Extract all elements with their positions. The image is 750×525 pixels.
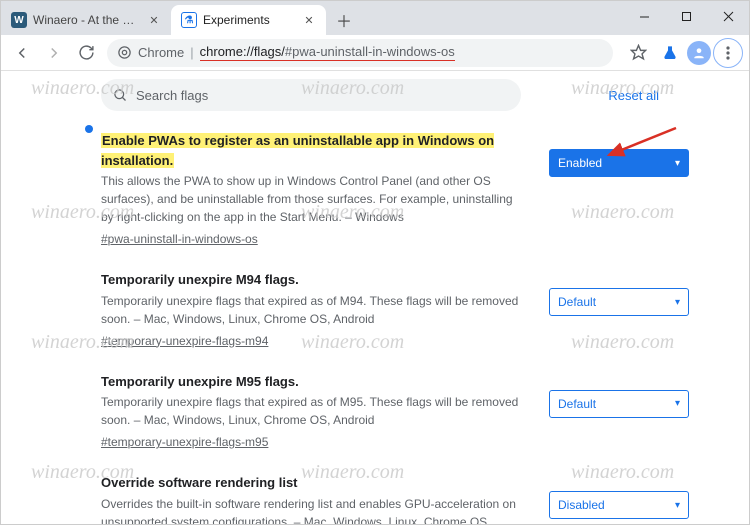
flag-anchor[interactable]: #pwa-uninstall-in-windows-os xyxy=(101,230,258,248)
search-placeholder: Search flags xyxy=(136,88,208,103)
url-separator: | xyxy=(190,45,193,60)
flag-row: Temporarily unexpire M95 flags. Temporari… xyxy=(101,362,689,464)
dropdown-value: Enabled xyxy=(558,156,602,170)
menu-button[interactable] xyxy=(713,38,743,68)
flag-description: Overrides the built-in software renderin… xyxy=(101,495,527,525)
url-text: chrome://flags/#pwa-uninstall-in-windows… xyxy=(200,44,455,61)
tab-experiments[interactable]: ⚗ Experiments ✕ xyxy=(171,5,326,35)
minimize-button[interactable] xyxy=(623,1,665,31)
flag-dropdown[interactable]: Disabled ▾ xyxy=(549,491,689,519)
dropdown-value: Default xyxy=(558,397,596,411)
flag-control: Default ▾ xyxy=(549,372,689,452)
flag-row: Temporarily unexpire M94 flags. Temporari… xyxy=(101,260,689,362)
flag-row: Enable PWAs to register as an uninstalla… xyxy=(101,121,689,260)
flag-body: Override software rendering list Override… xyxy=(101,473,531,524)
search-icon xyxy=(113,88,128,103)
flag-body: Enable PWAs to register as an uninstalla… xyxy=(101,131,531,248)
search-flags-input[interactable]: Search flags xyxy=(101,79,521,111)
back-button[interactable] xyxy=(7,38,37,68)
flag-row: Override software rendering list Override… xyxy=(101,463,689,524)
flag-control: Disabled ▾ xyxy=(549,473,689,524)
window-controls xyxy=(623,1,749,31)
chrome-page-icon xyxy=(117,45,132,60)
flag-control: Enabled ▾ xyxy=(549,131,689,248)
tab-winaero[interactable]: W Winaero - At the edge of tweak... ✕ xyxy=(1,5,171,35)
close-window-button[interactable] xyxy=(707,1,749,31)
flag-title: Temporarily unexpire M95 flags. xyxy=(101,374,299,389)
close-icon[interactable]: ✕ xyxy=(302,13,316,27)
modified-dot-icon xyxy=(85,125,93,133)
flag-control: Default ▾ xyxy=(549,270,689,350)
chevron-down-icon: ▾ xyxy=(675,500,680,511)
tab-label: Winaero - At the edge of tweak... xyxy=(33,13,141,27)
maximize-button[interactable] xyxy=(665,1,707,31)
reload-button[interactable] xyxy=(71,38,101,68)
tab-label: Experiments xyxy=(203,13,296,27)
chevron-down-icon: ▾ xyxy=(675,297,680,308)
flag-body: Temporarily unexpire M94 flags. Temporari… xyxy=(101,270,531,350)
url-chip: Chrome xyxy=(138,45,184,60)
flag-anchor[interactable]: #temporary-unexpire-flags-m94 xyxy=(101,332,268,350)
flag-body: Temporarily unexpire M95 flags. Temporari… xyxy=(101,372,531,452)
favicon-flask-icon: ⚗ xyxy=(181,12,197,28)
address-bar[interactable]: Chrome | chrome://flags/#pwa-uninstall-i… xyxy=(107,39,613,67)
profile-avatar[interactable] xyxy=(687,41,711,65)
dropdown-value: Default xyxy=(558,295,596,309)
toolbar: Chrome | chrome://flags/#pwa-uninstall-i… xyxy=(1,35,749,71)
flag-title: Temporarily unexpire M94 flags. xyxy=(101,272,299,287)
chevron-down-icon: ▾ xyxy=(675,398,680,409)
dropdown-value: Disabled xyxy=(558,498,605,512)
titlebar: W Winaero - At the edge of tweak... ✕ ⚗ … xyxy=(1,1,749,35)
flag-dropdown[interactable]: Default ▾ xyxy=(549,288,689,316)
flag-description: Temporarily unexpire flags that expired … xyxy=(101,393,527,429)
bookmark-star-icon[interactable] xyxy=(623,38,653,68)
page-content: Search flags Reset all Enable PWAs to re… xyxy=(1,71,749,524)
flag-title: Override software rendering list xyxy=(101,475,298,490)
new-tab-button[interactable]: ＋ xyxy=(330,6,358,34)
flags-list: Enable PWAs to register as an uninstalla… xyxy=(1,121,749,524)
flag-dropdown[interactable]: Default ▾ xyxy=(549,390,689,418)
flag-dropdown[interactable]: Enabled ▾ xyxy=(549,149,689,177)
flag-description: Temporarily unexpire flags that expired … xyxy=(101,292,527,328)
forward-button xyxy=(39,38,69,68)
reset-all-button[interactable]: Reset all xyxy=(608,88,659,103)
flag-anchor[interactable]: #temporary-unexpire-flags-m95 xyxy=(101,433,268,451)
close-icon[interactable]: ✕ xyxy=(147,13,161,27)
chevron-down-icon: ▾ xyxy=(675,158,680,169)
extension-flask-icon[interactable] xyxy=(655,38,685,68)
flag-description: This allows the PWA to show up in Window… xyxy=(101,172,527,226)
favicon-winaero: W xyxy=(11,12,27,28)
flag-title: Enable PWAs to register as an uninstalla… xyxy=(101,133,494,168)
